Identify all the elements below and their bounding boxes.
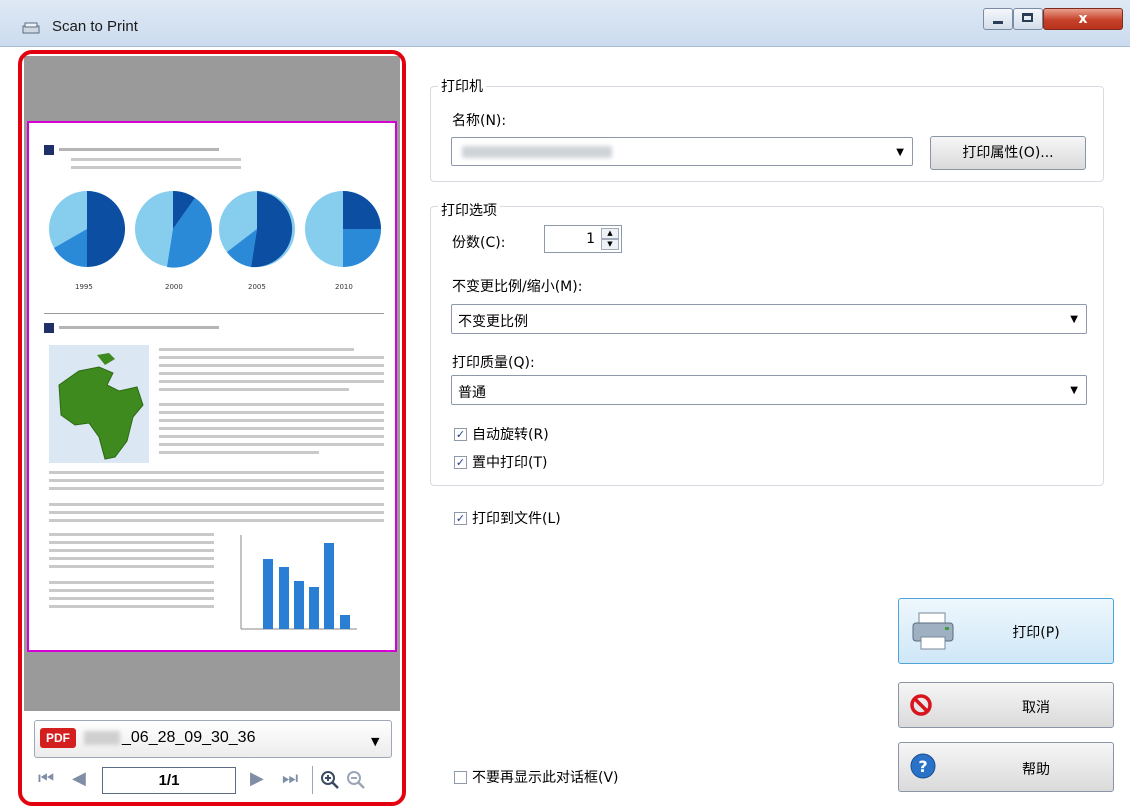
quality-label: 打印质量(Q): xyxy=(452,355,535,371)
file-name: _06_28_09_30_36 xyxy=(122,729,256,746)
printer-name-select[interactable]: ▼ xyxy=(451,137,913,166)
chevron-down-icon: ▼ xyxy=(371,735,380,748)
center-print-checkbox[interactable]: ✓ xyxy=(454,456,467,469)
quality-value: 普通 xyxy=(458,385,486,401)
cancel-button-label: 取消 xyxy=(1022,700,1050,716)
year-label: 2010 xyxy=(335,283,353,291)
first-page-icon[interactable]: ⏮ xyxy=(38,768,54,789)
divider xyxy=(44,313,384,314)
help-button[interactable]: ? 帮助 xyxy=(898,742,1114,792)
pie-charts xyxy=(49,191,381,268)
printer-icon xyxy=(911,611,957,655)
page-number-field[interactable]: 1/1 xyxy=(102,767,236,794)
window-title: Scan to Print xyxy=(52,18,138,35)
next-page-icon[interactable]: ▶ xyxy=(250,768,264,789)
spinner-up-icon[interactable]: ▲ xyxy=(601,228,619,239)
printer-name-label: 名称(N): xyxy=(452,113,507,129)
print-options-group-label: 打印选项 xyxy=(438,200,500,220)
copies-label: 份数(C): xyxy=(452,235,506,251)
section-marker xyxy=(44,145,54,155)
help-icon: ? xyxy=(909,752,937,784)
cancel-button[interactable]: 取消 xyxy=(898,682,1114,728)
print-options-group xyxy=(430,206,1104,486)
auto-rotate-label: 自动旋转(R) xyxy=(472,427,549,443)
close-icon: x xyxy=(1078,11,1088,27)
print-to-file-label: 打印到文件(L) xyxy=(472,511,561,527)
scale-label: 不变更比例/缩小(M): xyxy=(452,279,583,295)
print-to-file-checkbox[interactable]: ✓ xyxy=(454,512,467,525)
zoom-out-icon[interactable] xyxy=(346,770,366,794)
scale-select[interactable]: 不变更比例 ▼ xyxy=(451,304,1087,334)
printer-group-label: 打印机 xyxy=(438,76,486,96)
printer-properties-button[interactable]: 打印属性(O)... xyxy=(930,136,1086,170)
chevron-down-icon: ▼ xyxy=(1070,385,1078,396)
bar-chart-thumbnail xyxy=(240,535,357,630)
pdf-icon: PDF xyxy=(40,728,76,748)
prohibited-icon xyxy=(909,693,933,721)
center-print-label: 置中打印(T) xyxy=(472,455,548,471)
previous-page-icon[interactable]: ◀ xyxy=(72,768,86,789)
toolbar-separator xyxy=(312,766,313,794)
section-marker xyxy=(44,323,54,333)
chevron-down-icon: ▼ xyxy=(896,147,904,158)
blurred-printer-name xyxy=(462,146,612,158)
year-label: 2005 xyxy=(248,283,266,291)
zoom-in-icon[interactable] xyxy=(320,770,340,794)
title-bar xyxy=(0,0,1130,47)
dont-show-label: 不要再显示此对话框(V) xyxy=(472,770,619,786)
scale-value: 不变更比例 xyxy=(458,314,528,330)
chevron-down-icon: ▼ xyxy=(1070,314,1078,325)
print-button[interactable]: 打印(P) xyxy=(898,598,1114,664)
page-preview: 1995 2000 2005 2010 xyxy=(27,121,397,652)
minimize-button[interactable] xyxy=(983,8,1013,30)
quality-select[interactable]: 普通 ▼ xyxy=(451,375,1087,405)
scanner-icon xyxy=(22,21,40,35)
copies-spinner[interactable]: 1 ▲ ▼ xyxy=(544,225,622,253)
minimize-icon xyxy=(993,21,1003,24)
map-image xyxy=(49,345,149,463)
dont-show-checkbox[interactable] xyxy=(454,771,467,784)
print-button-label: 打印(P) xyxy=(1012,625,1060,641)
close-button[interactable]: x xyxy=(1043,8,1123,30)
year-label: 1995 xyxy=(75,283,93,291)
help-button-label: 帮助 xyxy=(1022,762,1050,778)
blurred-prefix xyxy=(84,731,120,745)
auto-rotate-checkbox[interactable]: ✓ xyxy=(454,428,467,441)
spinner-down-icon[interactable]: ▼ xyxy=(601,239,619,250)
year-label: 2000 xyxy=(165,283,183,291)
maximize-icon xyxy=(1022,13,1033,22)
svg-text:?: ? xyxy=(918,757,927,776)
copies-value: 1 xyxy=(586,231,595,247)
maximize-button[interactable] xyxy=(1013,8,1043,30)
last-page-icon[interactable]: ⏭ xyxy=(282,768,298,789)
